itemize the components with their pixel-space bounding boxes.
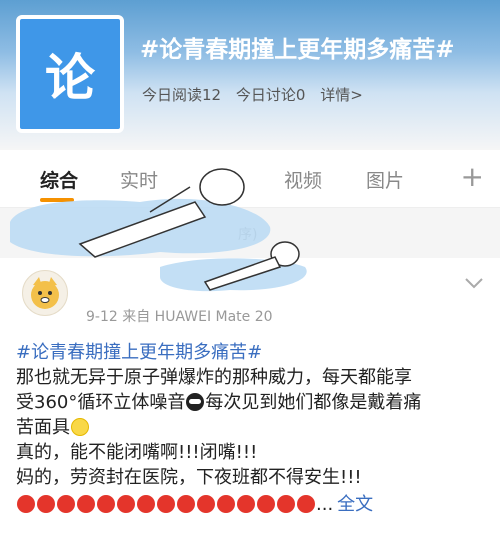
filter-bar: 序) <box>0 208 500 258</box>
topic-logo: 论 <box>16 15 124 133</box>
mask-face-icon <box>186 393 205 411</box>
post-text-line-3a: 苦面具 <box>16 417 70 438</box>
angry-face-icon <box>157 495 175 513</box>
discuss-count: 今日讨论0 <box>235 86 306 104</box>
avatar-image <box>31 277 59 309</box>
active-tab-indicator <box>40 198 74 202</box>
post-text-line-4: 真的，能不能闭嘴啊!!!闭嘴!!! <box>16 442 258 463</box>
angry-face-icon <box>97 495 115 513</box>
angry-face-icon <box>117 495 135 513</box>
post-text-line-5: 妈的，劳资封在医院，下夜班都不得安生!!! <box>16 467 362 488</box>
post-text-line-3: 苦面具 <box>16 415 486 440</box>
chevron-down-icon[interactable] <box>464 270 484 294</box>
angry-face-icon <box>297 495 315 513</box>
post-content: #论青春期撞上更年期多痛苦# 那也就无异于原子弹爆炸的那种威力，每天都能享 受3… <box>16 340 486 517</box>
avatar[interactable] <box>22 270 68 316</box>
topic-logo-char: 论 <box>45 49 95 107</box>
angry-emoji-group <box>16 494 316 515</box>
angry-face-icon <box>197 495 215 513</box>
read-count: 今日阅读12 <box>142 86 222 104</box>
post-meta: 9-12 来自 HUAWEI Mate 20 <box>86 309 273 325</box>
angry-face-icon <box>17 495 35 513</box>
post-text-line-2a: 受360°循环立体噪音 <box>16 392 186 413</box>
angry-face-icon <box>137 495 155 513</box>
angry-face-icon <box>177 495 195 513</box>
angry-face-icon <box>57 495 75 513</box>
angry-face-icon <box>217 495 235 513</box>
post-hashtag[interactable]: #论青春期撞上更年期多痛苦# <box>16 340 486 365</box>
post-card: 9-12 来自 HUAWEI Mate 20 #论青春期撞上更年期多痛苦# 那也… <box>0 258 500 556</box>
tab-video[interactable]: 视频 <box>284 166 322 193</box>
angry-face-icon <box>257 495 275 513</box>
add-tab-icon[interactable]: + <box>461 160 484 193</box>
post-text-line-2: 受360°循环立体噪音 每次见到她们都像是戴着痛 <box>16 390 486 415</box>
tab-comprehensive[interactable]: 综合 <box>40 166 78 193</box>
angry-face-icon <box>277 495 295 513</box>
emoji-row: ... 全文 <box>16 492 486 517</box>
tab-realtime[interactable]: 实时 <box>120 166 158 193</box>
grin-face-icon <box>71 418 89 436</box>
tab-bar: 综合 实时 视频 图片 + <box>0 150 500 208</box>
topic-header: 论 #论青春期撞上更年期多痛苦# 今日阅读12 今日讨论0 详情> <box>0 0 500 150</box>
angry-face-icon <box>77 495 95 513</box>
topic-stats: 今日阅读12 今日讨论0 详情> <box>142 84 373 105</box>
post-text-line-2b: 每次见到她们都像是戴着痛 <box>205 392 422 413</box>
detail-link[interactable]: 详情> <box>320 86 363 104</box>
topic-title: #论青春期撞上更年期多痛苦# <box>140 37 455 63</box>
angry-face-icon <box>237 495 255 513</box>
read-more-link[interactable]: 全文 <box>337 494 373 515</box>
post-text-line-1: 那也就无异于原子弹爆炸的那种威力，每天都能享 <box>16 367 412 388</box>
ellipsis: ... <box>316 494 334 515</box>
tab-images[interactable]: 图片 <box>366 166 404 193</box>
angry-face-icon <box>37 495 55 513</box>
filter-text[interactable]: 序) <box>238 224 257 244</box>
